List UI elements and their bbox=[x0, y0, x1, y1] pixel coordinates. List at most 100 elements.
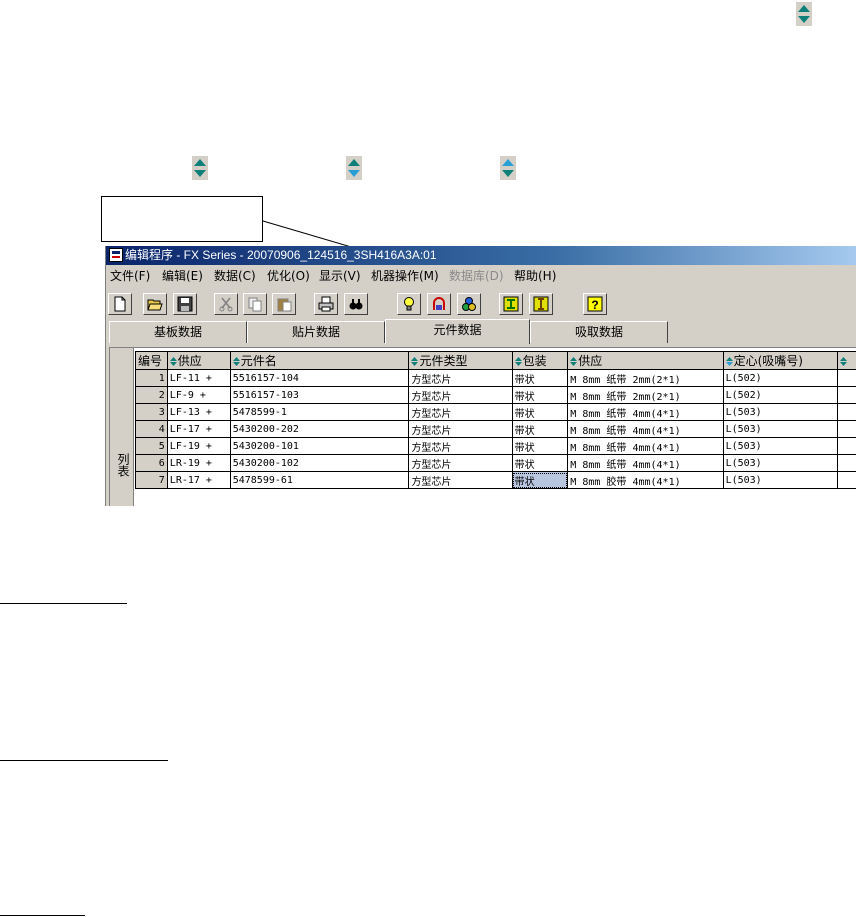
part-name-cell[interactable]: 5516157-104 bbox=[229, 369, 410, 387]
feeder-cell[interactable]: M 8mm 纸带 2mm(2*1) bbox=[567, 386, 724, 404]
centering-cell[interactable]: L(503) bbox=[722, 471, 839, 489]
supply-cell[interactable]: LF-13 + bbox=[166, 403, 231, 421]
menu-help[interactable]: 帮助(H) bbox=[514, 266, 556, 286]
column-header-centering[interactable]: 定心(吸嘴号) bbox=[722, 351, 839, 370]
part-type-cell[interactable]: 方型芯片 bbox=[408, 386, 513, 404]
overflow-cell[interactable] bbox=[837, 403, 856, 421]
feeder-cell[interactable]: M 8mm 纸带 4mm(4*1) bbox=[567, 403, 724, 421]
column-header-part-type[interactable]: 元件类型 bbox=[408, 351, 513, 370]
paste-button[interactable] bbox=[272, 293, 296, 315]
row-number-cell[interactable]: 5 bbox=[135, 437, 168, 455]
feeder-cell[interactable]: M 8mm 纸带 4mm(4*1) bbox=[567, 420, 724, 438]
tab-pickup-data[interactable]: 吸取数据 bbox=[530, 321, 668, 343]
menu-edit[interactable]: 编辑(E) bbox=[162, 266, 203, 286]
row-number-cell[interactable]: 7 bbox=[135, 471, 168, 489]
package-cell-selected[interactable]: 带状 bbox=[511, 471, 569, 489]
menu-data[interactable]: 数据(C) bbox=[214, 266, 256, 286]
part-type-cell[interactable]: 方型芯片 bbox=[408, 437, 513, 455]
menu-view[interactable]: 显示(V) bbox=[319, 266, 361, 286]
table-row[interactable]: 3 LF-13 + 5478599-1 方型芯片 带状 M 8mm 纸带 4mm… bbox=[135, 403, 856, 421]
package-cell[interactable]: 带状 bbox=[511, 454, 569, 472]
light-bulb-button[interactable] bbox=[397, 293, 421, 315]
overflow-cell[interactable] bbox=[837, 454, 856, 472]
overflow-cell[interactable] bbox=[837, 420, 856, 438]
column-header-part-name[interactable]: 元件名 bbox=[229, 351, 410, 370]
centering-cell[interactable]: L(503) bbox=[722, 420, 839, 438]
column-header-package[interactable]: 包装 bbox=[511, 351, 569, 370]
supply-cell[interactable]: LR-19 + bbox=[166, 454, 231, 472]
new-file-button[interactable] bbox=[108, 293, 132, 315]
info-button[interactable] bbox=[529, 293, 553, 315]
column-header-feeder[interactable]: 供应 bbox=[567, 351, 724, 370]
table-row[interactable]: 6 LR-19 + 5430200-102 方型芯片 带状 M 8mm 纸带 4… bbox=[135, 454, 856, 472]
overflow-cell[interactable] bbox=[837, 386, 856, 404]
feeder-cell[interactable]: M 8mm 纸带 4mm(4*1) bbox=[567, 454, 724, 472]
part-type-cell[interactable]: 方型芯片 bbox=[408, 420, 513, 438]
overflow-cell[interactable] bbox=[837, 369, 856, 387]
overflow-cell[interactable] bbox=[837, 471, 856, 489]
find-button[interactable] bbox=[344, 293, 368, 315]
supply-cell[interactable]: LR-17 + bbox=[166, 471, 231, 489]
tab-component-data[interactable]: 元件数据 bbox=[385, 319, 530, 344]
sort-arrows-icon bbox=[232, 357, 240, 366]
part-name-cell[interactable]: 5478599-1 bbox=[229, 403, 410, 421]
supply-cell[interactable]: LF-19 + bbox=[166, 437, 231, 455]
nozzle-button[interactable] bbox=[427, 293, 451, 315]
part-type-cell[interactable]: 方型芯片 bbox=[408, 403, 513, 421]
table-row[interactable]: 2 LF-9 + 5516157-103 方型芯片 带状 M 8mm 纸带 2m… bbox=[135, 386, 856, 404]
package-cell[interactable]: 带状 bbox=[511, 386, 569, 404]
menu-machine[interactable]: 机器操作(M) bbox=[371, 266, 439, 286]
part-type-cell[interactable]: 方型芯片 bbox=[408, 471, 513, 489]
tab-board-data[interactable]: 基板数据 bbox=[109, 321, 247, 343]
table-row[interactable]: 7 LR-17 + 5478599-61 方型芯片 带状 M 8mm 胶带 4m… bbox=[135, 471, 856, 489]
tab-placement-data[interactable]: 贴片数据 bbox=[247, 321, 385, 343]
centering-cell[interactable]: L(502) bbox=[722, 386, 839, 404]
centering-cell[interactable]: L(502) bbox=[722, 369, 839, 387]
table-row[interactable]: 5 LF-19 + 5430200-101 方型芯片 带状 M 8mm 纸带 4… bbox=[135, 437, 856, 455]
part-name-cell[interactable]: 5430200-101 bbox=[229, 437, 410, 455]
part-type-cell[interactable]: 方型芯片 bbox=[408, 369, 513, 387]
menu-file[interactable]: 文件(F) bbox=[110, 266, 150, 286]
supply-cell[interactable]: LF-11 + bbox=[166, 369, 231, 387]
part-type-cell[interactable]: 方型芯片 bbox=[408, 454, 513, 472]
supply-cell[interactable]: LF-17 + bbox=[166, 420, 231, 438]
part-name-cell[interactable]: 5516157-103 bbox=[229, 386, 410, 404]
copy-button[interactable] bbox=[243, 293, 267, 315]
open-button[interactable] bbox=[143, 293, 167, 315]
menu-optimize[interactable]: 优化(O) bbox=[267, 266, 310, 286]
feeder-cell[interactable]: M 8mm 纸带 4mm(4*1) bbox=[567, 437, 724, 455]
save-button[interactable] bbox=[173, 293, 197, 315]
row-number-cell[interactable]: 4 bbox=[135, 420, 168, 438]
optimize-button[interactable] bbox=[499, 293, 523, 315]
help-button[interactable]: ? bbox=[583, 293, 607, 315]
supply-cell[interactable]: LF-9 + bbox=[166, 386, 231, 404]
overflow-cell[interactable] bbox=[837, 437, 856, 455]
column-header-number[interactable]: 编号 bbox=[135, 351, 168, 370]
centering-cell[interactable]: L(503) bbox=[722, 403, 839, 421]
feeder-cell[interactable]: M 8mm 纸带 2mm(2*1) bbox=[567, 369, 724, 387]
row-number-cell[interactable]: 6 bbox=[135, 454, 168, 472]
print-button[interactable] bbox=[314, 293, 338, 315]
package-cell[interactable]: 带状 bbox=[511, 437, 569, 455]
column-header-supply[interactable]: 供应 bbox=[166, 351, 231, 370]
package-cell[interactable]: 带状 bbox=[511, 369, 569, 387]
package-cell[interactable]: 带状 bbox=[511, 403, 569, 421]
menu-database: 数据库(D) bbox=[449, 269, 504, 283]
row-number-cell[interactable]: 3 bbox=[135, 403, 168, 421]
feeder-cell[interactable]: M 8mm 胶带 4mm(4*1) bbox=[567, 471, 724, 489]
parts-button[interactable] bbox=[457, 293, 481, 315]
info-icon bbox=[533, 296, 549, 312]
cut-button[interactable] bbox=[214, 293, 238, 315]
sort-arrows-icon bbox=[411, 357, 419, 366]
part-name-cell[interactable]: 5478599-61 bbox=[229, 471, 410, 489]
package-cell[interactable]: 带状 bbox=[511, 420, 569, 438]
centering-cell[interactable]: L(503) bbox=[722, 454, 839, 472]
table-row[interactable]: 1 LF-11 + 5516157-104 方型芯片 带状 M 8mm 纸带 2… bbox=[135, 369, 856, 387]
centering-cell[interactable]: L(503) bbox=[722, 437, 839, 455]
column-header-more[interactable] bbox=[837, 351, 856, 370]
row-number-cell[interactable]: 2 bbox=[135, 386, 168, 404]
part-name-cell[interactable]: 5430200-102 bbox=[229, 454, 410, 472]
row-number-cell[interactable]: 1 bbox=[135, 369, 168, 387]
table-row[interactable]: 4 LF-17 + 5430200-202 方型芯片 带状 M 8mm 纸带 4… bbox=[135, 420, 856, 438]
part-name-cell[interactable]: 5430200-202 bbox=[229, 420, 410, 438]
